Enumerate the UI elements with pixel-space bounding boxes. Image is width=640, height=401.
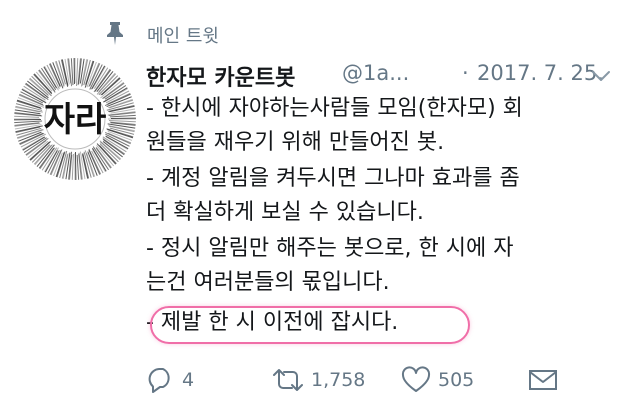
reply-icon <box>148 368 170 393</box>
tweet-header: 한자모 카운트봇 @1a... · 2017. 7. 25. <box>146 60 626 94</box>
tweet-date[interactable]: 2017. 7. 25. <box>477 61 604 85</box>
retweet-icon <box>273 369 303 391</box>
like-count: 505 <box>438 369 475 391</box>
like-button[interactable]: 505 <box>400 358 474 401</box>
tweet-line: - 정시 알림만 해주는 봇으로, 한 시에 자 <box>146 236 514 261</box>
tweet-line: - 계정 알림을 켜두시면 그나마 효과를 좀 <box>146 166 520 191</box>
avatar[interactable]: 자라 <box>14 58 136 180</box>
direct-message-button[interactable] <box>527 358 559 401</box>
chevron-down-icon[interactable] <box>589 66 613 86</box>
tweet-actions: 4 1,758 505 <box>0 358 640 401</box>
user-handle[interactable]: @1a... <box>342 61 409 85</box>
envelope-icon <box>529 370 557 390</box>
reply-count: 4 <box>182 369 195 391</box>
tweet-line: 더 확실하게 보실 수 있습니다. <box>146 200 424 225</box>
retweet-count: 1,758 <box>311 369 366 391</box>
retweet-button[interactable]: 1,758 <box>271 358 365 401</box>
header-separator: · <box>462 61 469 85</box>
display-name[interactable]: 한자모 카운트봇 <box>146 60 295 92</box>
pinned-label: 메인 트윗 <box>147 26 219 47</box>
heart-icon <box>401 366 431 392</box>
reply-button[interactable]: 4 <box>146 358 194 401</box>
highlight-annotation <box>150 306 470 344</box>
tweet-line: 는건 여러분들의 몫입니다. <box>146 270 390 295</box>
avatar-text: 자라 <box>44 100 107 140</box>
tweet-line: 원들을 재우기 위해 만들어진 봇. <box>146 130 445 155</box>
pin-icon <box>107 22 123 45</box>
tweet-line: - 한시에 자야하는사람들 모임(한자모) 회 <box>146 96 523 121</box>
